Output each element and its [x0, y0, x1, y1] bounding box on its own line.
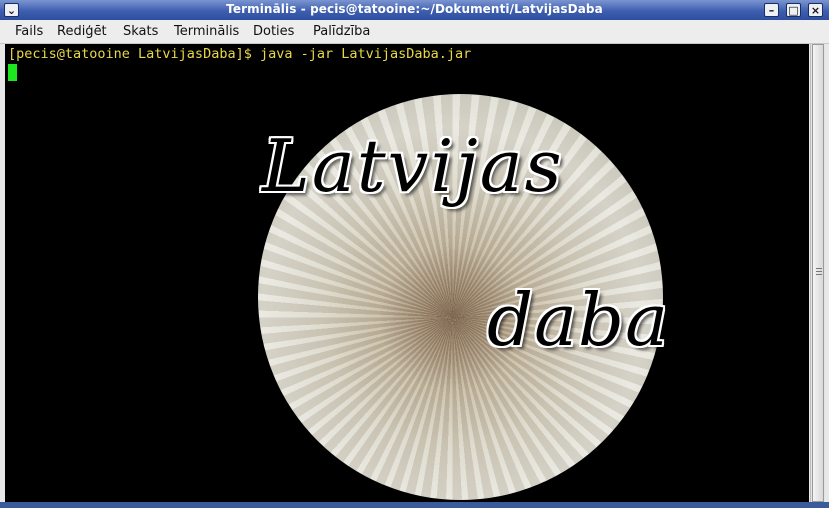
splash-title-line1: Latvijas — [262, 124, 564, 208]
window-title: Terminālis - pecis@tatooine:~/Dokumenti/… — [226, 2, 603, 16]
close-icon: × — [810, 4, 821, 17]
menu-fails[interactable]: Fails — [15, 24, 43, 39]
title-bar[interactable]: ⌄ Terminālis - pecis@tatooine:~/Dokument… — [0, 0, 829, 20]
menu-doties[interactable]: Doties — [253, 24, 294, 39]
menu-skats[interactable]: Skats — [123, 24, 158, 39]
terminal-window: ⌄ Terminālis - pecis@tatooine:~/Dokument… — [0, 0, 829, 508]
terminal-cursor — [8, 64, 17, 81]
minimize-icon: – — [768, 4, 775, 17]
terminal-prompt-line: [pecis@tatooine LatvijasDaba]$ java -jar… — [8, 46, 472, 62]
menu-palidziba[interactable]: Palīdzība — [313, 24, 370, 39]
menu-bar: Fails Rediģēt Skats Terminālis Doties Pa… — [0, 20, 829, 44]
window-bottom-border — [0, 502, 829, 508]
menu-terminalis[interactable]: Terminālis — [174, 24, 239, 39]
maximize-icon: □ — [788, 4, 799, 17]
splash-title-line2: daba — [487, 278, 670, 362]
maximize-button[interactable]: □ — [786, 3, 801, 17]
scrollbar-thumb[interactable] — [812, 44, 824, 502]
minimize-button[interactable]: – — [764, 3, 779, 17]
menu-rediget[interactable]: Rediģēt — [57, 24, 107, 39]
vertical-scrollbar[interactable] — [810, 44, 825, 502]
terminal-area[interactable]: [pecis@tatooine LatvijasDaba]$ java -jar… — [5, 44, 809, 502]
grip-icon — [816, 268, 822, 276]
close-button[interactable]: × — [808, 3, 823, 17]
